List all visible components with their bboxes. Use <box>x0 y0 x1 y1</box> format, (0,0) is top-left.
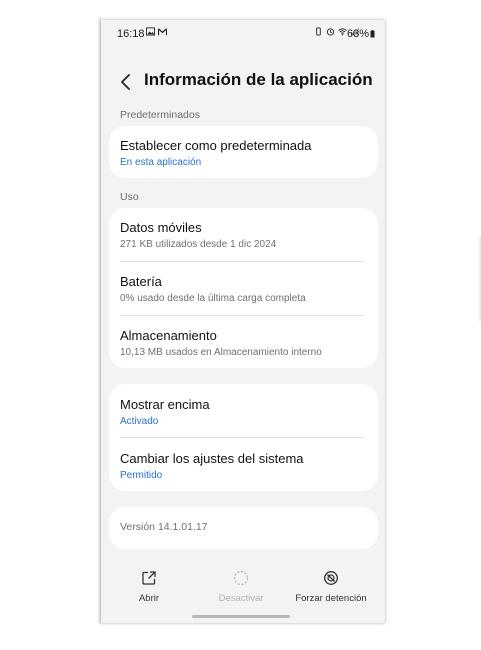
open-label: Abrir <box>138 593 160 604</box>
usage-card: Datos móviles 271 KB utilizados desde 1 … <box>109 208 378 368</box>
version-card: Versión 14.1.01.17 <box>109 507 378 549</box>
section-label-usage: Uso <box>120 191 139 203</box>
disable-label: Desactivar <box>218 593 264 604</box>
status-time: 16:18 <box>117 28 145 40</box>
vibrate-icon <box>316 27 321 36</box>
storage-item[interactable]: Almacenamiento 10,13 MB usados en Almace… <box>120 328 364 358</box>
force-stop-icon <box>324 571 338 585</box>
bottom-action-bar: Abrir Desactivar Forzar detención <box>101 565 385 615</box>
set-as-default-title: Establecer como predeterminada <box>120 138 312 153</box>
page-title: Información de la aplicación <box>144 70 373 89</box>
divider <box>120 437 364 438</box>
status-bar: 16:18 63% <box>101 20 385 48</box>
defaults-card: Establecer como predeterminada En esta a… <box>109 126 378 178</box>
battery-icon <box>370 30 375 38</box>
section-label-defaults: Predeterminados <box>120 109 200 121</box>
force-stop-button[interactable]: Forzar detención <box>286 565 376 604</box>
mobile-data-item[interactable]: Datos móviles 271 KB utilizados desde 1 … <box>120 220 364 250</box>
disable-icon <box>233 570 249 586</box>
system-settings-item[interactable]: Cambiar los ajustes del sistema Permitid… <box>120 451 364 481</box>
system-settings-subtitle: Permitido <box>120 470 163 481</box>
system-settings-title: Cambiar los ajustes del sistema <box>120 451 304 466</box>
permissions-card: Mostrar encima Activado Cambiar los ajus… <box>109 384 378 491</box>
storage-title: Almacenamiento <box>120 328 217 343</box>
divider <box>120 261 364 262</box>
overlay-item[interactable]: Mostrar encima Activado <box>120 397 364 427</box>
open-button[interactable]: Abrir <box>104 565 194 604</box>
wifi-icon <box>338 28 347 36</box>
disable-button: Desactivar <box>196 565 286 604</box>
overlay-title: Mostrar encima <box>120 397 210 412</box>
gesture-navigation-bar[interactable] <box>192 615 290 618</box>
open-external-icon <box>142 571 156 585</box>
battery-title: Batería <box>120 274 162 289</box>
battery-percent: 63% <box>346 28 369 40</box>
back-arrow-icon[interactable] <box>119 72 133 92</box>
set-as-default-subtitle: En esta aplicación <box>120 157 202 168</box>
set-as-default-item[interactable]: Establecer como predeterminada En esta a… <box>120 138 364 168</box>
mobile-data-subtitle: 271 KB utilizados desde 1 dic 2024 <box>120 239 277 250</box>
overlay-subtitle: Activado <box>120 416 159 427</box>
notification-icons <box>146 27 167 36</box>
app-bar: Información de la aplicación <box>101 68 385 100</box>
divider <box>120 315 364 316</box>
phone-screen: 16:18 63% Información de la aplicación P… <box>101 20 385 623</box>
mobile-data-title: Datos móviles <box>120 220 202 235</box>
storage-subtitle: 10,13 MB usados en Almacenamiento intern… <box>120 347 322 358</box>
battery-item[interactable]: Batería 0% usado desde la última carga c… <box>120 274 364 304</box>
image-icon <box>146 27 155 36</box>
force-stop-label: Forzar detención <box>295 593 367 604</box>
battery-subtitle: 0% usado desde la última carga completa <box>120 293 306 304</box>
version-text: Versión 14.1.01.17 <box>120 521 208 533</box>
alarm-icon <box>326 28 335 36</box>
gmail-icon <box>158 28 167 36</box>
battery-level: 63% <box>347 28 375 40</box>
